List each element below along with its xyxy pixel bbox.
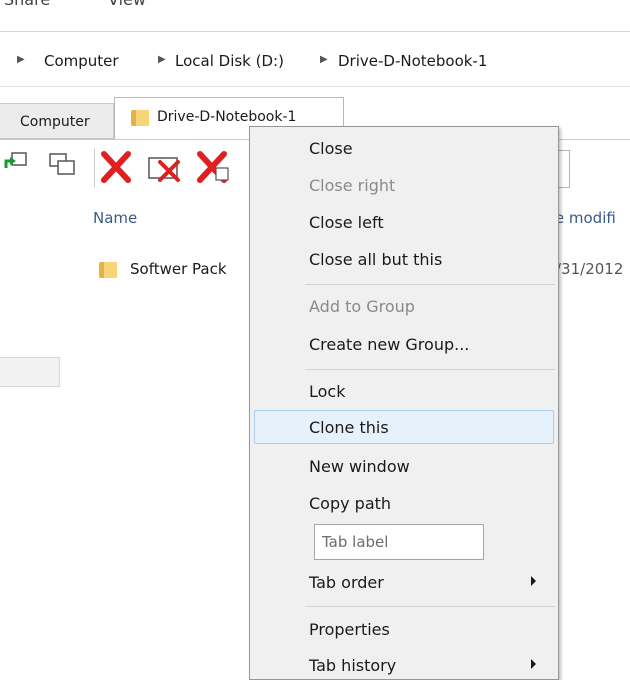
menu-item-label: Tab order: [309, 573, 384, 592]
breadcrumb-item-folder[interactable]: Drive-D-Notebook-1: [338, 52, 487, 70]
ribbon-tabs: Share View: [0, 0, 630, 26]
address-divider: [0, 86, 630, 87]
column-header-date-modified[interactable]: te modifi: [549, 209, 616, 227]
tab-context-menu: Close Close right Close left Close all b…: [249, 126, 559, 680]
column-header-name[interactable]: Name: [93, 209, 137, 227]
menu-item-tab-history[interactable]: Tab history: [250, 648, 558, 680]
menu-item-lock[interactable]: Lock: [250, 374, 558, 408]
move-to-icon[interactable]: [4, 150, 34, 182]
nav-pane-selected-item[interactable]: [0, 357, 60, 387]
tab-label: Computer: [20, 114, 90, 130]
tab-label: Drive-D-Notebook-1: [157, 109, 297, 125]
breadcrumb[interactable]: ▶ Computer ▶ Local Disk (D:) ▶ Drive-D-N…: [0, 44, 630, 82]
menu-item-tab-order[interactable]: Tab order: [250, 565, 558, 599]
menu-item-label: Lock: [309, 382, 346, 401]
permanent-delete-icon[interactable]: [196, 150, 236, 183]
toolbar-separator: [94, 148, 95, 188]
menu-item-add-to-group[interactable]: Add to Group: [250, 289, 558, 323]
menu-item-clone-this[interactable]: Clone this: [254, 410, 554, 444]
menu-item-label: New window: [309, 457, 410, 476]
menu-item-label: Add to Group: [309, 297, 415, 316]
list-item-name[interactable]: Softwer Pack: [130, 260, 227, 278]
folder-icon: [131, 110, 149, 126]
ribbon-tab-view[interactable]: View: [108, 0, 146, 9]
menu-separator: [305, 284, 555, 285]
menu-item-close[interactable]: Close: [250, 131, 558, 165]
menu-item-label: Close all but this: [309, 250, 443, 269]
tab-computer[interactable]: Computer: [0, 103, 114, 139]
menu-item-new-window[interactable]: New window: [250, 449, 558, 483]
ribbon-divider: [0, 31, 630, 32]
menu-item-copy-path[interactable]: Copy path: [250, 486, 558, 520]
menu-separator: [305, 369, 555, 370]
folder-icon: [99, 262, 117, 278]
menu-item-label: Clone this: [309, 418, 389, 437]
menu-item-create-new-group[interactable]: Create new Group...: [250, 327, 558, 361]
chevron-right-icon[interactable]: ▶: [158, 54, 166, 65]
menu-item-label: Close: [309, 139, 353, 158]
menu-item-close-all-but-this[interactable]: Close all but this: [250, 242, 558, 276]
breadcrumb-item-computer[interactable]: Computer: [44, 52, 119, 70]
menu-item-label: Close right: [309, 176, 396, 195]
menu-item-properties[interactable]: Properties: [250, 612, 558, 646]
submenu-arrow-icon: [531, 659, 536, 669]
breadcrumb-item-local-disk[interactable]: Local Disk (D:): [175, 52, 284, 70]
menu-item-label: Copy path: [309, 494, 392, 513]
copy-to-icon[interactable]: [46, 150, 76, 182]
menu-item-label: Properties: [309, 620, 390, 639]
chevron-right-icon[interactable]: ▶: [17, 54, 25, 65]
menu-item-label: Create new Group...: [309, 335, 470, 354]
submenu-arrow-icon: [531, 576, 536, 586]
tab-label-input[interactable]: [314, 524, 484, 560]
menu-item-label: Tab history: [309, 656, 397, 675]
menu-item-label: Close left: [309, 213, 384, 232]
menu-item-close-right[interactable]: Close right: [250, 168, 558, 202]
menu-separator: [305, 606, 555, 607]
delete-dialog-icon[interactable]: [146, 150, 186, 182]
list-item-date: /31/2012: [556, 260, 624, 278]
chevron-right-icon[interactable]: ▶: [320, 54, 328, 65]
ribbon-tab-share[interactable]: Share: [4, 0, 50, 9]
menu-item-close-left[interactable]: Close left: [250, 205, 558, 239]
delete-icon[interactable]: [100, 150, 131, 183]
